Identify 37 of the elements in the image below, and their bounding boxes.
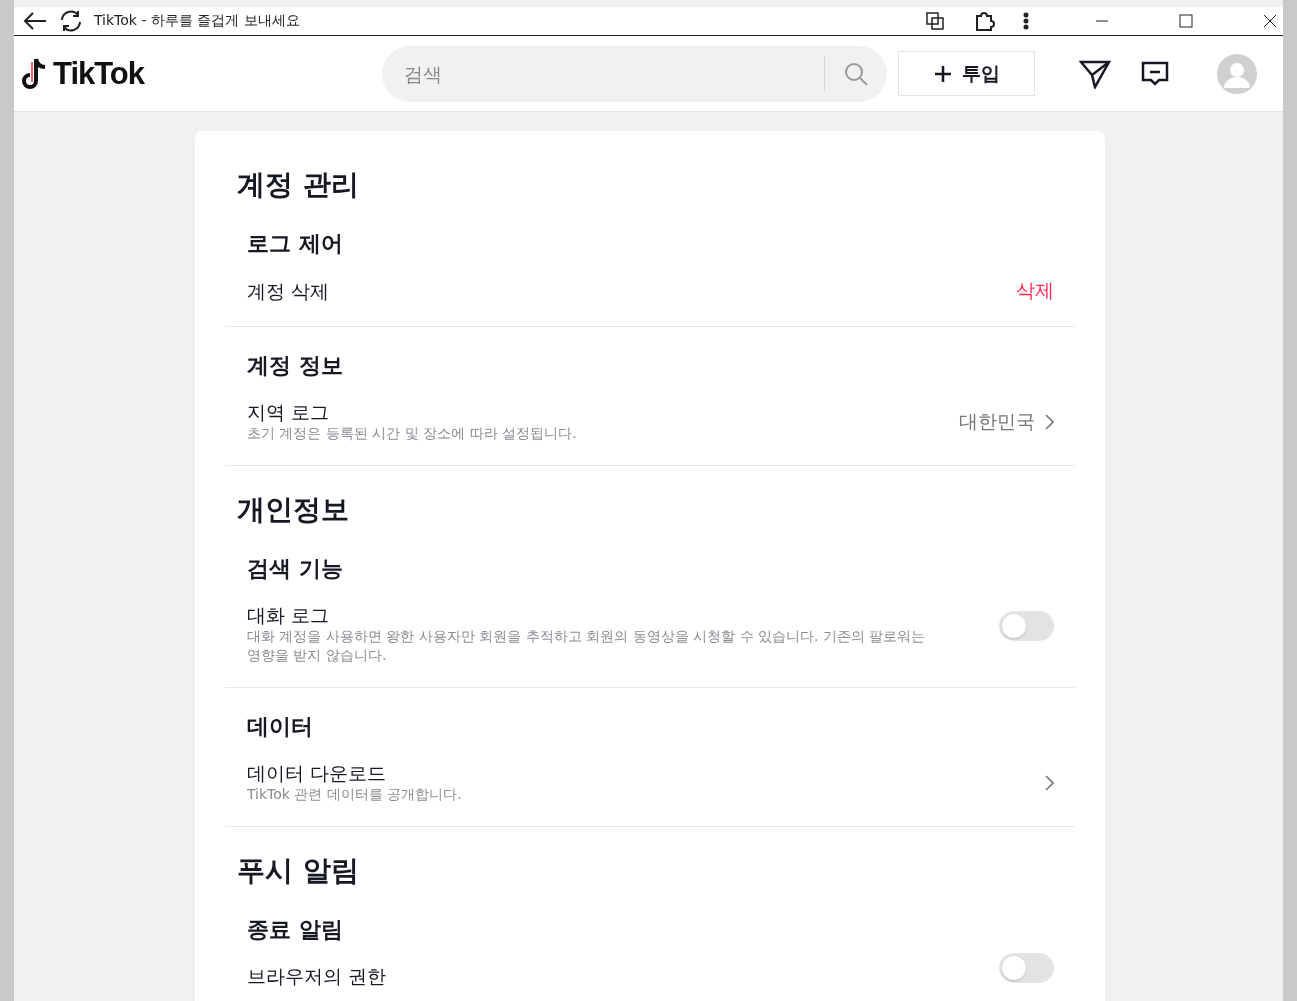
group-title: 계정 정보 bbox=[247, 352, 344, 380]
group-title: 검색 기능 bbox=[247, 555, 344, 583]
close-icon[interactable] bbox=[1263, 14, 1277, 28]
window-title: TikTok - 하루를 즐겁게 보내세요 bbox=[94, 12, 300, 30]
setting-label: 지역 로그 bbox=[247, 400, 331, 424]
setting-description: 대화 계정을 사용하면 왕한 사용자만 회원을 추적하고 회원의 동영상을 시청할 수 있습니다. 기존의 팔로워는 영향을 받지 않습니다. bbox=[247, 627, 927, 665]
chevron-right-icon[interactable] bbox=[1045, 774, 1054, 791]
search-bar[interactable]: 검색 bbox=[382, 45, 888, 102]
more-icon[interactable] bbox=[1023, 12, 1029, 30]
search-field[interactable]: 검색 bbox=[402, 61, 825, 86]
refresh-icon[interactable] bbox=[58, 9, 84, 33]
setting-description: 초기 계정은 등록된 시간 및 장소에 따라 설정됩니다. bbox=[247, 424, 578, 443]
group-title: 로그 제어 bbox=[247, 230, 344, 258]
setting-description: TikTok 관련 데이터를 공개합니다. bbox=[247, 785, 463, 804]
logo-text: TikTok bbox=[53, 55, 145, 92]
plus-icon bbox=[933, 64, 952, 83]
section-title: 개인정보 bbox=[237, 492, 350, 528]
toggle-switch[interactable] bbox=[999, 611, 1054, 641]
setting-label: 계정 삭제 bbox=[247, 279, 331, 303]
translate-icon[interactable] bbox=[925, 11, 945, 31]
toggle-switch[interactable] bbox=[999, 953, 1054, 983]
delete-link[interactable]: 삭제 bbox=[1016, 278, 1054, 304]
group-title: 데이터 bbox=[247, 713, 314, 741]
section-title: 푸시 알림 bbox=[237, 853, 360, 889]
setting-label: 데이터 다운로드 bbox=[247, 761, 388, 785]
message-icon[interactable] bbox=[1141, 59, 1170, 88]
upload-button[interactable]: 투입 bbox=[898, 51, 1036, 96]
chevron-right-icon[interactable] bbox=[1045, 413, 1054, 430]
group-title: 종료 알림 bbox=[247, 916, 344, 944]
setting-label: 브라우저의 권한 bbox=[247, 964, 388, 988]
puzzle-icon[interactable] bbox=[973, 10, 995, 32]
send-icon[interactable] bbox=[1079, 58, 1112, 89]
setting-value[interactable]: 대한민국 bbox=[959, 408, 1035, 435]
setting-label: 대화 로그 bbox=[247, 603, 331, 627]
maximize-icon[interactable] bbox=[1179, 14, 1193, 28]
back-icon[interactable] bbox=[22, 10, 48, 32]
section-title: 계정 관리 bbox=[237, 167, 360, 203]
